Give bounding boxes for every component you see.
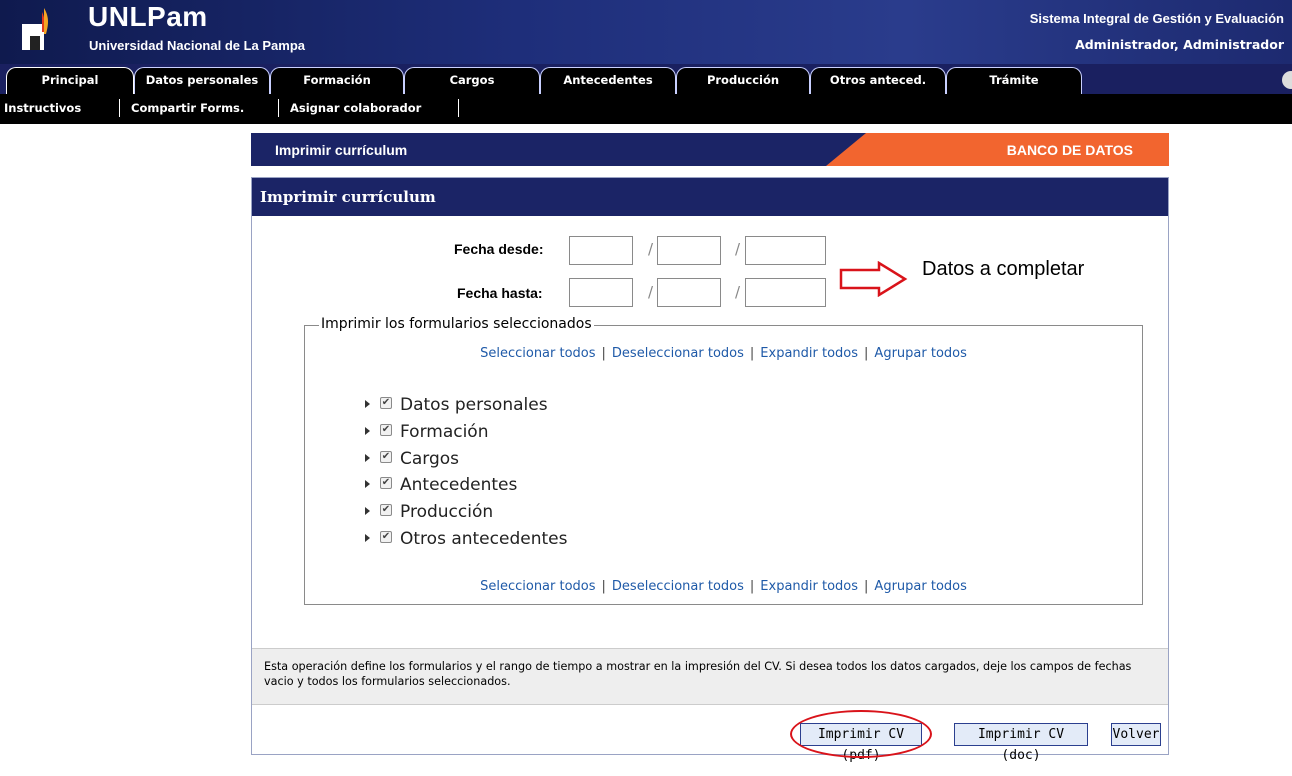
form-item-antecedentes: ✔ Antecedentes — [365, 474, 517, 496]
tab-principal[interactable]: Principal — [6, 67, 134, 94]
date-separator: / — [648, 283, 654, 301]
info-note: Esta operación define los formularios y … — [252, 648, 1168, 705]
form-label: Cargos — [400, 449, 460, 469]
panel-title: Imprimir currículum — [252, 178, 1168, 216]
collapse-all-link[interactable]: Agrupar todos — [874, 579, 966, 594]
main-tab-bar: Principal Datos personales Formación Car… — [0, 64, 1292, 94]
banner-title: Imprimir currículum — [275, 142, 408, 158]
expand-triangle-icon[interactable] — [365, 534, 370, 542]
tab-tramite[interactable]: Trámite — [946, 67, 1082, 94]
options-icon[interactable] — [1282, 71, 1292, 89]
subnav-divider — [119, 99, 120, 117]
tab-otros-anteced[interactable]: Otros anteced. — [810, 67, 946, 94]
checkbox-checked-icon[interactable]: ✔ — [380, 477, 392, 489]
form-label: Producción — [400, 502, 494, 522]
banner-label: BANCO DE DATOS — [1006, 142, 1133, 158]
highlight-circle — [790, 710, 932, 758]
expand-triangle-icon[interactable] — [365, 507, 370, 515]
form-item-produccion: ✔ Producción — [365, 501, 493, 523]
subnav-instructivos[interactable]: Instructivos — [4, 101, 81, 115]
fecha-desde-month-input[interactable] — [657, 236, 721, 265]
date-separator: / — [735, 240, 741, 258]
date-separator: / — [648, 240, 654, 258]
forms-fieldset: Imprimir los formularios seleccionados S… — [304, 316, 1143, 605]
tab-datos-personales[interactable]: Datos personales — [134, 67, 270, 94]
app-header: UNLPam Universidad Nacional de La Pampa … — [0, 0, 1292, 64]
tab-antecedentes[interactable]: Antecedentes — [540, 67, 676, 94]
unlpam-logo — [22, 8, 48, 50]
date-separator: / — [735, 283, 741, 301]
form-item-datos-personales: ✔ Datos personales — [365, 394, 548, 416]
expand-all-link[interactable]: Expandir todos — [760, 346, 858, 361]
expand-triangle-icon[interactable] — [365, 427, 370, 435]
fecha-hasta-day-input[interactable] — [569, 278, 633, 307]
select-all-link[interactable]: Seleccionar todos — [480, 579, 595, 594]
deselect-all-link[interactable]: Deseleccionar todos — [612, 346, 744, 361]
form-label: Antecedentes — [400, 475, 518, 495]
expand-triangle-icon[interactable] — [365, 454, 370, 462]
form-item-cargos: ✔ Cargos — [365, 448, 459, 470]
annotation-arrow-icon — [839, 261, 908, 297]
fecha-hasta-month-input[interactable] — [657, 278, 721, 307]
annotation-text: Datos a completar — [922, 258, 1085, 280]
fecha-desde-year-input[interactable] — [745, 236, 826, 265]
user-name[interactable]: Administrador, Administrador — [1075, 37, 1284, 52]
expand-triangle-icon[interactable] — [365, 400, 370, 408]
print-cv-panel: Imprimir currículum Fecha desde: / / Fec… — [251, 177, 1169, 763]
checkbox-checked-icon[interactable]: ✔ — [380, 451, 392, 463]
subnav-compartir-forms[interactable]: Compartir Forms. — [131, 101, 244, 115]
form-label: Otros antecedentes — [400, 529, 568, 549]
checkbox-checked-icon[interactable]: ✔ — [380, 531, 392, 543]
form-label: Formación — [400, 422, 489, 442]
fecha-hasta-label: Fecha hasta: — [457, 285, 543, 301]
fecha-desde-label: Fecha desde: — [454, 241, 544, 257]
form-item-otros-antecedentes: ✔ Otros antecedentes — [365, 528, 567, 550]
expand-all-link[interactable]: Expandir todos — [760, 579, 858, 594]
tab-formacion[interactable]: Formación — [270, 67, 404, 94]
subnav-divider — [458, 99, 459, 117]
subnav-divider — [278, 99, 279, 117]
brand-subtitle: Universidad Nacional de La Pampa — [89, 38, 306, 53]
tab-produccion[interactable]: Producción — [676, 67, 810, 94]
fecha-hasta-year-input[interactable] — [745, 278, 826, 307]
section-banner: Imprimir currículum BANCO DE DATOS — [251, 133, 1169, 166]
deselect-all-link[interactable]: Deseleccionar todos — [612, 579, 744, 594]
form-item-formacion: ✔ Formación — [365, 421, 489, 443]
selection-links-top: Seleccionar todos | Deseleccionar todos | Ex… — [480, 346, 967, 361]
tab-cargos[interactable]: Cargos — [404, 67, 540, 94]
form-label: Datos personales — [400, 395, 548, 415]
subnav-asignar-colaborador[interactable]: Asignar colaborador — [290, 101, 421, 115]
expand-triangle-icon[interactable] — [365, 480, 370, 488]
brand-title: UNLPam — [88, 1, 208, 32]
checkbox-checked-icon[interactable]: ✔ — [380, 504, 392, 516]
system-title: Sistema Integral de Gestión y Evaluación — [1029, 11, 1284, 26]
sub-navigation: Instructivos Compartir Forms. Asignar co… — [0, 94, 1292, 124]
select-all-link[interactable]: Seleccionar todos — [480, 346, 595, 361]
fecha-desde-day-input[interactable] — [569, 236, 633, 265]
print-cv-doc-button[interactable]: Imprimir CV (doc) — [954, 723, 1088, 763]
checkbox-checked-icon[interactable]: ✔ — [380, 397, 392, 409]
collapse-all-link[interactable]: Agrupar todos — [874, 346, 966, 361]
fieldset-legend: Imprimir los formularios seleccionados — [319, 316, 594, 332]
selection-links-bottom: Seleccionar todos | Deseleccionar todos | Ex… — [480, 579, 967, 594]
back-button[interactable]: Volver — [1111, 723, 1161, 746]
checkbox-checked-icon[interactable]: ✔ — [380, 424, 392, 436]
